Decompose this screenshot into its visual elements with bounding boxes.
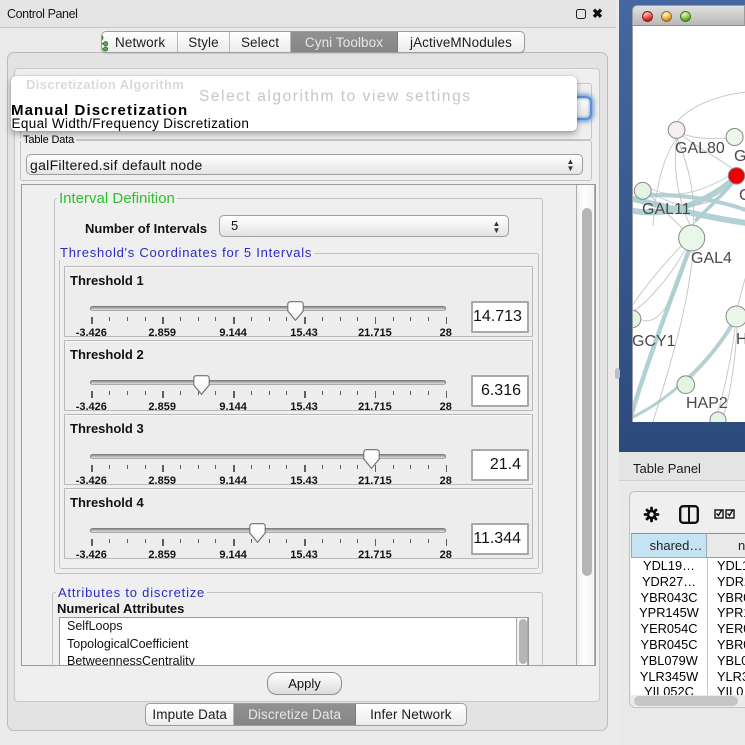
svg-text:GAL4: GAL4: [691, 250, 732, 267]
svg-text:H: H: [736, 331, 745, 348]
svg-text:GCY1: GCY1: [633, 333, 676, 350]
svg-text:GAL11: GAL11: [642, 201, 691, 218]
svg-text:HAP2: HAP2: [686, 395, 728, 412]
svg-text:GAL80: GAL80: [675, 140, 725, 157]
svg-text:GA: GA: [734, 148, 745, 165]
svg-text:C: C: [739, 187, 745, 204]
